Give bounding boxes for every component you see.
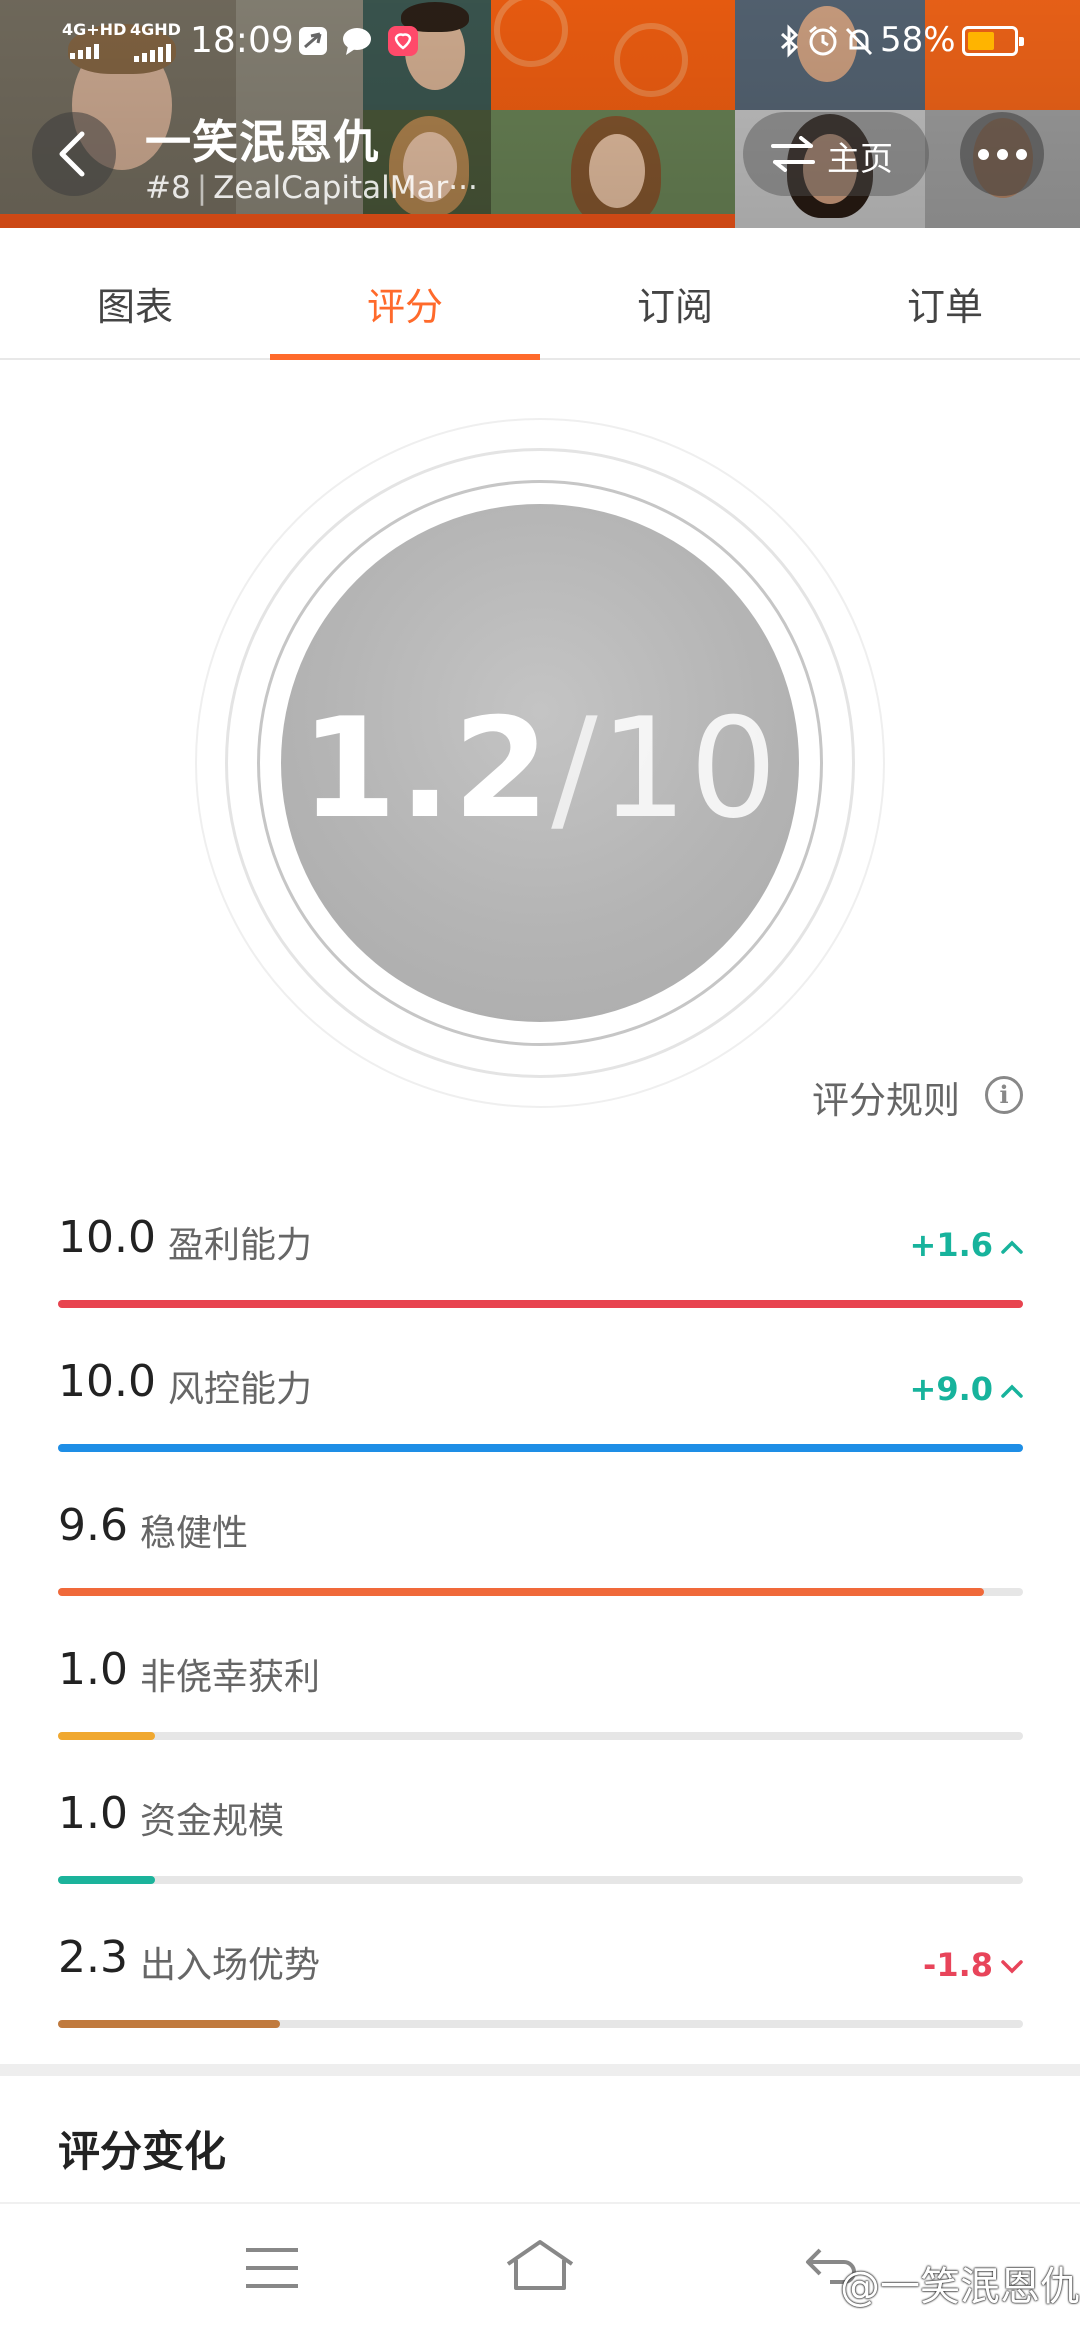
metric-bar <box>58 1588 985 1596</box>
chat-notification-icon <box>343 28 371 55</box>
scoring-rules-link[interactable]: 评分规则 <box>812 1070 960 1124</box>
network-indicator-1: 4G+HD <box>62 20 127 39</box>
user-subtitle: #8 | ZealCapitalMar··· <box>145 170 478 206</box>
metric-bar <box>58 1300 1023 1308</box>
metric-delta: -1.8 <box>923 1946 1023 1984</box>
metric-bar <box>58 1444 1023 1452</box>
metric-row: 10.0 盈利能力 +1.6 <box>58 1212 1023 1332</box>
score-change-heading: 评分变化 <box>58 2127 227 2176</box>
metric-label: 盈利能力 <box>168 1225 313 1266</box>
chevron-down-icon <box>1001 1960 1023 1974</box>
more-dots-icon <box>1016 149 1027 160</box>
metric-row: 10.0 风控能力 +9.0 <box>58 1356 1023 1476</box>
signal-bars-icon <box>134 44 171 62</box>
score-separator: / <box>551 688 600 849</box>
chevron-up-icon <box>1001 1240 1023 1254</box>
metric-bar <box>58 1732 155 1740</box>
score-value: 1.2 <box>300 688 552 849</box>
tab-orders[interactable]: 订单 <box>810 228 1080 358</box>
metric-value: 1.0 <box>58 1644 128 1695</box>
bluetooth-icon <box>780 24 799 58</box>
mute-bell-icon <box>845 27 873 56</box>
metric-row: 9.6 稳健性 <box>58 1500 1023 1620</box>
metric-value: 2.3 <box>58 1932 128 1983</box>
more-dots-icon <box>978 149 989 160</box>
metric-label: 资金规模 <box>140 1801 285 1842</box>
home-page-label: 主页 <box>827 139 893 178</box>
rank-label: #8 <box>145 170 191 206</box>
broker-label: ZealCapitalMar··· <box>213 170 478 206</box>
metric-delta-value: +9.0 <box>909 1370 994 1408</box>
metric-delta: +1.6 <box>910 1226 1024 1264</box>
metric-label: 出入场优势 <box>140 1945 321 1986</box>
metric-bar <box>58 1876 155 1884</box>
home-button[interactable] <box>504 2238 576 2294</box>
profile-header: 4G+HD 4GHD 18:09 58% 一笑泯恩仇 #8 | ZealCapita… <box>0 0 1080 228</box>
battery-icon <box>962 26 1024 56</box>
score-gauge: 1.2/10 <box>195 418 885 1108</box>
recent-apps-button[interactable] <box>246 2248 298 2288</box>
alarm-clock-icon <box>809 25 837 56</box>
menu-lines-icon <box>246 2248 298 2252</box>
info-icon[interactable]: i <box>985 1076 1023 1114</box>
metric-row: 1.0 资金规模 <box>58 1788 1023 1908</box>
metric-label: 稳健性 <box>140 1513 249 1554</box>
metric-delta-value: -1.8 <box>923 1946 993 1984</box>
tab-subscribe[interactable]: 订阅 <box>540 228 810 358</box>
chevron-left-icon <box>59 131 85 177</box>
metric-track <box>58 1300 1023 1308</box>
clock-time: 18:09 <box>190 20 294 61</box>
metric-bar <box>58 2020 280 2028</box>
battery-fill <box>968 32 994 50</box>
metric-delta: +9.0 <box>910 1370 1024 1408</box>
metric-value: 1.0 <box>58 1788 128 1839</box>
status-bar: 4G+HD 4GHD 18:09 58% <box>0 14 1080 70</box>
user-name: 一笑泯恩仇 <box>145 115 380 169</box>
metric-row: 2.3 出入场优势 -1.8 <box>58 1932 1023 2052</box>
metric-track <box>58 1876 1023 1884</box>
metric-track <box>58 1588 1023 1596</box>
menu-lines-icon <box>246 2284 298 2288</box>
overall-score: 1.2/10 <box>195 688 885 849</box>
metric-track <box>58 1732 1023 1740</box>
tab-bar: 图表 评分 订阅 订单 <box>0 228 1080 360</box>
back-button[interactable] <box>32 112 116 196</box>
tab-chart[interactable]: 图表 <box>0 228 270 358</box>
app-notification-icon <box>388 26 418 56</box>
send-notification-icon <box>299 27 327 55</box>
swap-arrows-icon <box>771 136 815 172</box>
score-max: 10 <box>599 688 780 849</box>
metric-label: 非侥幸获利 <box>140 1657 321 1698</box>
metric-value: 10.0 <box>58 1356 156 1407</box>
battery-percentage: 58% <box>880 20 956 60</box>
section-divider <box>0 2064 1080 2076</box>
metric-value: 9.6 <box>58 1500 128 1551</box>
system-navigation-bar: @一笑泯恩仇 <box>0 2204 1080 2340</box>
more-options-button[interactable] <box>960 112 1044 196</box>
network-indicator-2: 4GHD <box>130 20 181 39</box>
metric-row: 1.0 非侥幸获利 <box>58 1644 1023 1764</box>
metric-delta-value: +1.6 <box>909 1226 994 1264</box>
watermark: @一笑泯恩仇 <box>840 2264 1080 2310</box>
tab-score[interactable]: 评分 <box>270 228 540 360</box>
metric-label: 风控能力 <box>168 1369 313 1410</box>
metric-track <box>58 2020 1023 2028</box>
more-dots-icon <box>997 149 1008 160</box>
chevron-up-icon <box>1001 1384 1023 1398</box>
menu-lines-icon <box>246 2266 298 2270</box>
metric-track <box>58 1444 1023 1452</box>
metric-value: 10.0 <box>58 1212 156 1263</box>
signal-bars-icon <box>70 44 99 59</box>
home-page-button[interactable]: 主页 <box>743 112 929 196</box>
